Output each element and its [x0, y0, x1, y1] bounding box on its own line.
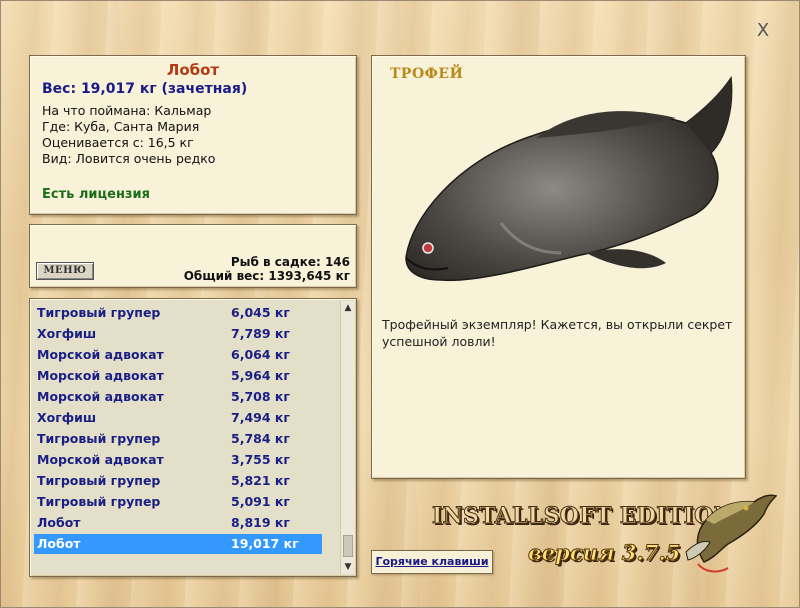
list-item[interactable]: Тигровый групер 6,045 кг: [34, 303, 322, 323]
list-item-weight: 7,789 кг: [231, 326, 290, 341]
list-item-name: Тигровый групер: [37, 305, 161, 320]
brand-logo-text: INSTALLSOFT EDITION: [432, 503, 735, 530]
list-item[interactable]: Тигровый групер 5,784 кг: [34, 429, 322, 449]
fish-trophy-image: [405, 75, 733, 282]
list-item-name: Морской адвокат: [37, 389, 164, 404]
total-weight: Общий вес: 1393,645 кг: [183, 269, 350, 283]
catch-list-panel: Тигровый групер 6,045 кг Хогфиш 7,789 кг Мор…: [29, 298, 357, 577]
list-item-weight: 5,964 кг: [231, 368, 290, 383]
list-item-weight: 6,045 кг: [231, 305, 290, 320]
list-item-name: Тигровый групер: [37, 431, 161, 446]
close-button[interactable]: X: [752, 19, 774, 41]
list-scrollbar[interactable]: ▲ ▼: [340, 301, 355, 574]
list-item-weight: 7,494 кг: [231, 410, 290, 425]
catch-list[interactable]: Тигровый групер 6,045 кг Хогфиш 7,789 кг Мор…: [32, 301, 340, 574]
trophy-label: ТРОФЕЙ: [390, 66, 464, 82]
keepnet-stats-panel: МЕНЮ Рыб в садке: 146 Общий вес: 1393,64…: [29, 224, 357, 288]
fish-weight: Вес: 19,017 кг (зачетная): [42, 81, 248, 97]
hotkeys-link[interactable]: Горячие клавиши: [371, 550, 493, 574]
list-item-name: Морской адвокат: [37, 347, 164, 362]
bait-info: На что поймана: Кальмар: [42, 103, 212, 118]
list-item-weight: 5,091 кг: [231, 494, 290, 509]
list-item-weight: 5,708 кг: [231, 389, 290, 404]
list-item-name: Хогфиш: [37, 326, 97, 341]
rating-info: Оценивается с: 16,5 кг: [42, 135, 194, 150]
pike-logo-icon: [685, 494, 778, 573]
list-item[interactable]: Тигровый групер 5,091 кг: [34, 492, 322, 512]
fish-info-panel: Лобот Вес: 19,017 кг (зачетная) На что п…: [29, 55, 357, 215]
trophy-panel: ТРОФЕЙ Трофейный экземпляр! Кажется, вы …: [371, 55, 746, 479]
list-item[interactable]: Морской адвокат 5,964 кг: [34, 366, 322, 386]
list-item-weight: 5,821 кг: [231, 473, 290, 488]
list-item-name: Тигровый групер: [37, 494, 161, 509]
list-item-name: Лобот: [37, 536, 81, 551]
fish-count: Рыб в садке: 146: [230, 255, 350, 269]
location-info: Где: Куба, Санта Мария: [42, 119, 200, 134]
scroll-up-icon[interactable]: ▲: [341, 301, 355, 315]
rarity-info: Вид: Ловится очень редко: [42, 151, 216, 166]
list-item[interactable]: Тигровый групер 5,821 кг: [34, 471, 322, 491]
list-item-name: Морской адвокат: [37, 368, 164, 383]
list-item[interactable]: Морской адвокат 5,708 кг: [34, 387, 322, 407]
scroll-down-icon[interactable]: ▼: [341, 560, 355, 574]
list-item[interactable]: Морской адвокат 3,755 кг: [34, 450, 322, 470]
close-icon: X: [756, 19, 770, 41]
list-item[interactable]: Хогфиш 7,494 кг: [34, 408, 322, 428]
list-item-name: Хогфиш: [37, 410, 97, 425]
list-item-weight: 6,064 кг: [231, 347, 290, 362]
list-item-weight: 19,017 кг: [231, 536, 299, 551]
list-item[interactable]: Морской адвокат 6,064 кг: [34, 345, 322, 365]
list-item[interactable]: Хогфиш 7,789 кг: [34, 324, 322, 344]
list-item-weight: 5,784 кг: [231, 431, 290, 446]
scroll-thumb[interactable]: [343, 535, 353, 557]
version-label: версия 3.7.5: [527, 540, 681, 566]
list-item-name: Морской адвокат: [37, 452, 164, 467]
list-item-name: Тигровый групер: [37, 473, 161, 488]
menu-button[interactable]: МЕНЮ: [36, 262, 94, 280]
list-item[interactable]: Лобот 19,017 кг: [34, 534, 322, 554]
license-status: Есть лицензия: [42, 187, 150, 202]
list-item-name: Лобот: [37, 515, 81, 530]
list-item[interactable]: Лобот 8,819 кг: [34, 513, 322, 533]
trophy-message: Трофейный экземпляр! Кажется, вы открыли…: [382, 317, 733, 349]
list-item-weight: 3,755 кг: [231, 452, 290, 467]
list-item-weight: 8,819 кг: [231, 515, 290, 530]
fish-name: Лобот: [166, 61, 220, 79]
